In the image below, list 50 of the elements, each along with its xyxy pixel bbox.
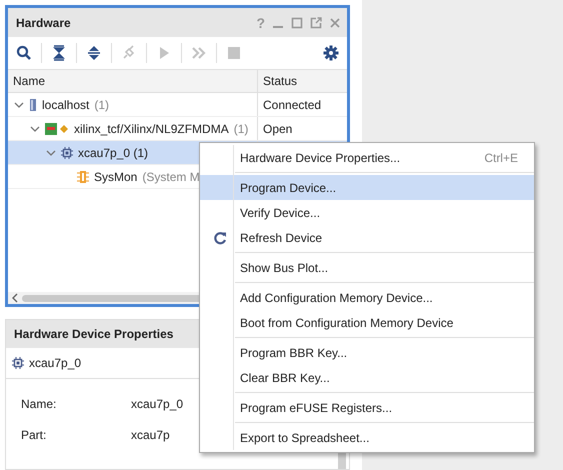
- sensor-icon: [77, 170, 89, 184]
- menu-item[interactable]: Program Device...: [200, 175, 534, 200]
- scroll-left-icon[interactable]: [11, 293, 19, 303]
- settings-button[interactable]: [321, 43, 341, 63]
- status-text: Connected: [263, 98, 322, 112]
- node-count: (1): [234, 122, 248, 136]
- menu-item[interactable]: Verify Device...: [200, 200, 534, 225]
- float-icon[interactable]: [310, 16, 322, 28]
- menu-item[interactable]: Program eFUSE Registers...: [200, 395, 534, 420]
- board-icon: [45, 122, 69, 136]
- menu-item[interactable]: Program BBR Key...: [200, 340, 534, 365]
- close-icon[interactable]: [329, 16, 341, 28]
- property-value: xcau7p: [131, 428, 170, 442]
- node-count: (System M: [142, 170, 200, 184]
- chevron-icon[interactable]: [30, 124, 40, 134]
- server-icon: [29, 98, 37, 112]
- chevron-icon[interactable]: [14, 100, 24, 110]
- menu-item[interactable]: Clear BBR Key...: [200, 365, 534, 390]
- node-label: SysMon: [94, 170, 138, 184]
- menu-item[interactable]: Export to Spreadsheet...: [200, 425, 534, 450]
- node-label: xcau7p_0 (1): [78, 146, 148, 160]
- menu-item[interactable]: Add Configuration Memory Device...: [200, 285, 534, 310]
- device-name: xcau7p_0: [29, 356, 82, 370]
- settings-icon: [323, 45, 339, 61]
- double-chevron-icon: [191, 45, 207, 61]
- menu-item[interactable]: Show Bus Plot...: [200, 255, 534, 280]
- status-text: Open: [263, 122, 292, 136]
- column-header[interactable]: Status: [258, 70, 347, 92]
- chip-icon: [61, 146, 73, 158]
- chevron-icon[interactable]: [46, 148, 56, 158]
- collapse-icon: [51, 45, 67, 61]
- maximize-icon[interactable]: [291, 16, 303, 28]
- column-header[interactable]: Name: [8, 70, 258, 92]
- chip-icon: [12, 357, 24, 369]
- panel-title: Hardware: [16, 16, 71, 30]
- expand-icon: [86, 45, 102, 61]
- menu-item[interactable]: Boot from Configuration Memory Device: [200, 310, 534, 335]
- tree-row[interactable]: localhost (1) Connected: [8, 93, 347, 117]
- property-value: xcau7p_0: [131, 397, 184, 411]
- shortcut-text: Ctrl+E: [484, 150, 518, 164]
- property-label: Part:: [21, 428, 48, 442]
- stop-icon: [226, 45, 242, 61]
- node-label: xilinx_tcf/Xilinx/NL9ZFMDMA: [74, 122, 229, 136]
- plug-icon: [121, 45, 137, 61]
- menu-item[interactable]: Refresh Device: [200, 225, 534, 250]
- node-count: (1): [94, 98, 110, 112]
- panel-title: Hardware Device Properties: [14, 327, 174, 341]
- node-label: localhost: [42, 98, 90, 112]
- search-icon: [16, 45, 32, 61]
- property-label: Name:: [21, 397, 58, 411]
